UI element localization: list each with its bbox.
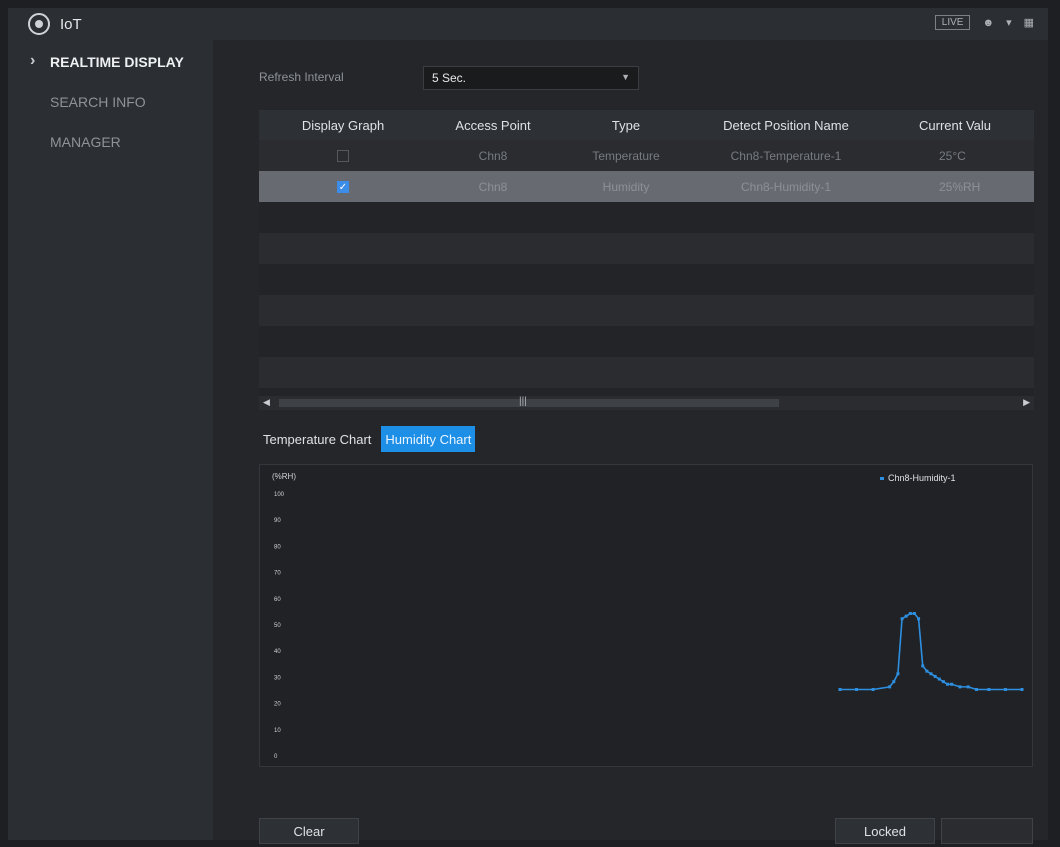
cell-current-value: 25%RH	[879, 171, 1034, 202]
top-right-controls: LIVE ☻ ▾ ▦	[934, 15, 1034, 30]
app-title: IoT	[60, 15, 82, 33]
y-tick-label: 0	[274, 754, 278, 760]
cell-access-point: Chn8	[427, 171, 559, 202]
data-point	[855, 688, 859, 691]
disabled-button	[941, 818, 1033, 844]
live-button[interactable]: LIVE	[934, 15, 971, 30]
display-graph-checkbox[interactable]	[337, 150, 349, 163]
column-header-access-point: Access Point	[427, 110, 559, 140]
data-point	[958, 685, 962, 689]
data-point	[1020, 688, 1024, 691]
humidity-chart-svg: (%RH)1009080706050403020100Chn8-Humidity…	[272, 472, 1024, 760]
legend-swatch	[880, 477, 884, 480]
display-graph-checkbox[interactable]: ✓	[337, 181, 349, 194]
iot-logo-icon	[28, 13, 50, 35]
y-tick-label: 90	[274, 518, 281, 524]
table-row	[259, 326, 1034, 357]
table-row	[259, 202, 1034, 233]
dropdown-menu-icon[interactable]: ▾	[1006, 16, 1012, 29]
scroll-left-icon[interactable]: ◀	[263, 397, 270, 408]
data-point	[975, 688, 978, 691]
y-tick-label: 40	[274, 649, 281, 655]
data-point	[900, 617, 904, 621]
data-point	[929, 672, 933, 676]
locked-button[interactable]: Locked	[835, 818, 935, 844]
cell-position-name: Chn8-Temperature-1	[693, 140, 879, 171]
y-tick-label: 50	[274, 623, 281, 629]
data-point	[871, 688, 875, 691]
humidity-chart: (%RH) 100 90 80 70 60 50 40 30 20 10 0 Chn8-Humidity…	[259, 464, 1033, 767]
data-point	[892, 680, 896, 684]
grid-icon[interactable]: ▦	[1024, 16, 1034, 29]
scrollbar-thumb[interactable]	[279, 399, 779, 407]
data-point	[904, 614, 908, 618]
table-row[interactable]: Chn8 Temperature Chn8-Temperature-1 25°C	[259, 140, 1034, 171]
chart-tabs: Temperature Chart Humidity Chart	[259, 426, 476, 452]
data-point	[966, 685, 970, 689]
data-point	[896, 672, 900, 676]
data-point	[917, 617, 921, 621]
data-point	[921, 664, 925, 668]
data-point	[941, 680, 945, 684]
column-header-detect-position-name: Detect Position Name	[693, 110, 879, 140]
y-axis-label: (%RH)	[272, 472, 296, 481]
y-tick-label: 100	[274, 492, 285, 498]
scrollbar-grip-icon: |||	[519, 396, 527, 407]
data-point	[987, 688, 991, 691]
table-row[interactable]: ✓ Chn8 Humidity Chn8-Humidity-1 25%RH	[259, 171, 1034, 202]
cell-access-point: Chn8	[427, 140, 559, 171]
sidebar: REALTIME DISPLAY SEARCH INFO MANAGER	[8, 40, 213, 840]
chevron-down-icon: ▼	[621, 72, 630, 82]
tab-humidity-chart[interactable]: Humidity Chart	[381, 426, 476, 452]
series-line-humidity	[840, 612, 1022, 691]
y-tick-label: 80	[274, 544, 281, 550]
y-tick-label: 10	[274, 728, 281, 734]
data-point	[908, 612, 912, 616]
refresh-interval-label: Refresh Interval	[259, 70, 344, 84]
sidebar-item-label: SEARCH INFO	[50, 94, 146, 110]
data-point	[946, 682, 950, 686]
data-point	[950, 682, 954, 686]
y-tick-label: 60	[274, 597, 281, 603]
y-tick-label: 30	[274, 675, 281, 681]
table-row	[259, 233, 1034, 264]
data-point	[912, 612, 916, 616]
y-tick-label: 70	[274, 571, 281, 577]
top-bar: IoT LIVE ☻ ▾ ▦	[8, 8, 1048, 40]
table-row	[259, 264, 1034, 295]
y-tick-label: 20	[274, 702, 281, 708]
table-row	[259, 357, 1034, 388]
sidebar-item-label: REALTIME DISPLAY	[50, 54, 184, 70]
clear-button[interactable]: Clear	[259, 818, 359, 844]
main-panel: Refresh Interval 5 Sec. ▼ Display Graph …	[213, 40, 1048, 844]
scroll-right-icon[interactable]: ▶	[1023, 397, 1030, 408]
user-icon[interactable]: ☻	[982, 17, 994, 29]
data-point	[838, 688, 842, 691]
table-header-row: Display Graph Access Point Type Detect P…	[259, 110, 1034, 140]
cell-type: Temperature	[559, 140, 693, 171]
data-point	[888, 685, 892, 689]
tab-temperature-chart[interactable]: Temperature Chart	[259, 426, 376, 452]
sidebar-item-realtime-display[interactable]: REALTIME DISPLAY	[8, 42, 213, 82]
data-point	[933, 674, 937, 678]
sidebar-item-manager[interactable]: MANAGER	[8, 122, 213, 162]
column-header-display-graph: Display Graph	[259, 110, 427, 140]
table-row	[259, 295, 1034, 326]
refresh-interval-value: 5 Sec.	[432, 71, 467, 85]
legend-entry: Chn8-Humidity-1	[888, 473, 956, 483]
sidebar-item-label: MANAGER	[50, 134, 121, 150]
sidebar-item-search-info[interactable]: SEARCH INFO	[8, 82, 213, 122]
cell-position-name: Chn8-Humidity-1	[693, 171, 879, 202]
column-header-type: Type	[559, 110, 693, 140]
refresh-interval-select[interactable]: 5 Sec. ▼	[423, 66, 639, 90]
cell-current-value: 25°C	[879, 140, 1034, 171]
table-horizontal-scrollbar[interactable]: ◀ ||| ▶	[259, 396, 1034, 410]
data-point	[1003, 688, 1007, 691]
data-point	[937, 677, 941, 681]
sensor-table: Display Graph Access Point Type Detect P…	[259, 110, 1034, 400]
cell-type: Humidity	[559, 171, 693, 202]
column-header-current-value: Current Valu	[879, 110, 1034, 140]
data-point	[925, 669, 929, 673]
